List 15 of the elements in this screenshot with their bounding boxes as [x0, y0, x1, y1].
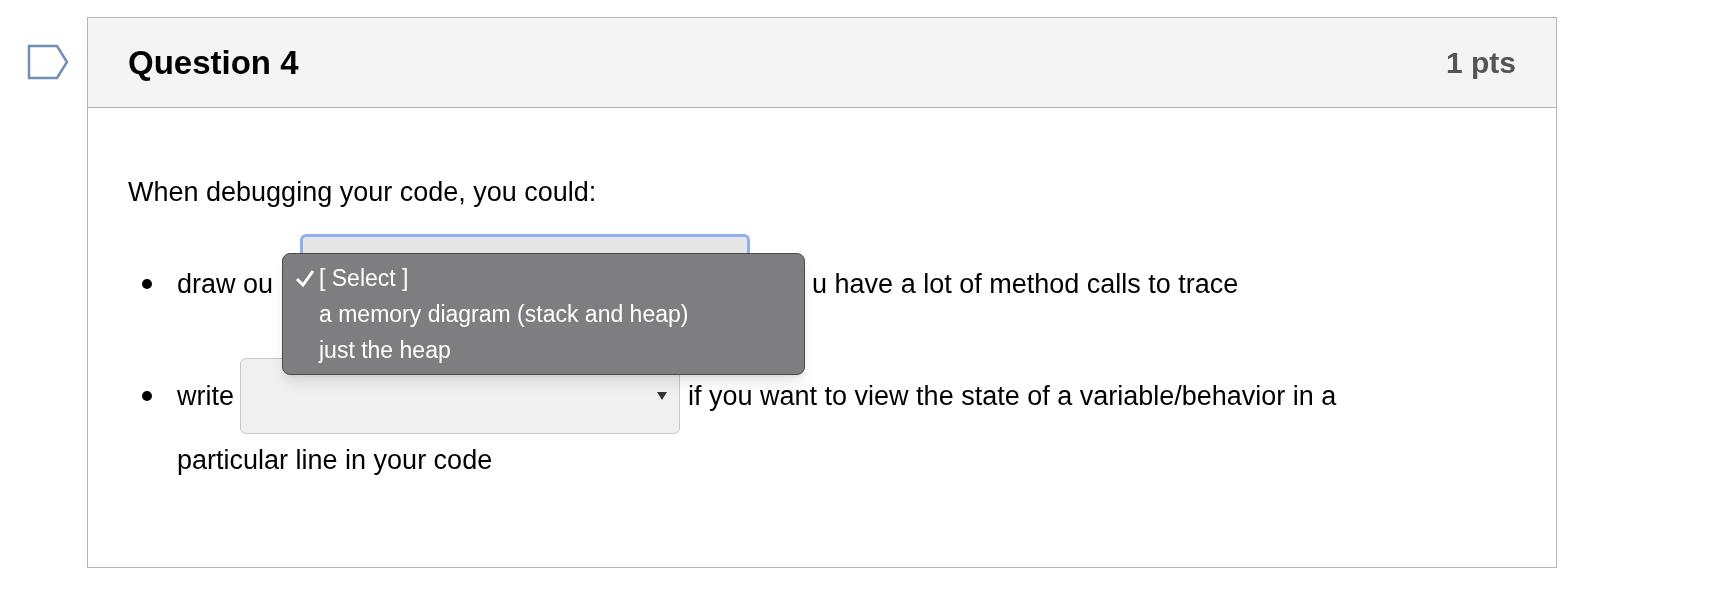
answer-text: u have a lot of method calls to trace	[812, 267, 1239, 301]
answer-text: particular line in your code	[177, 443, 493, 477]
menu-option[interactable]: just the heap	[283, 332, 804, 368]
question-prompt: When debugging your code, you could:	[128, 176, 598, 209]
menu-option[interactable]: a memory diagram (stack and heap)	[283, 296, 804, 332]
answer-text: draw ou	[177, 267, 274, 301]
caret-icon	[657, 392, 667, 400]
flag-icon[interactable]	[27, 44, 69, 80]
bullet	[142, 279, 152, 289]
menu-option[interactable]: [ Select ]	[283, 260, 804, 296]
answer-text: if you want to view the state of a variable/behavior in a	[688, 379, 1337, 413]
points-label: 1 pts	[1445, 45, 1516, 81]
bullet	[142, 391, 152, 401]
answer-text: write	[177, 379, 234, 413]
question-title: Question 4	[128, 42, 299, 83]
